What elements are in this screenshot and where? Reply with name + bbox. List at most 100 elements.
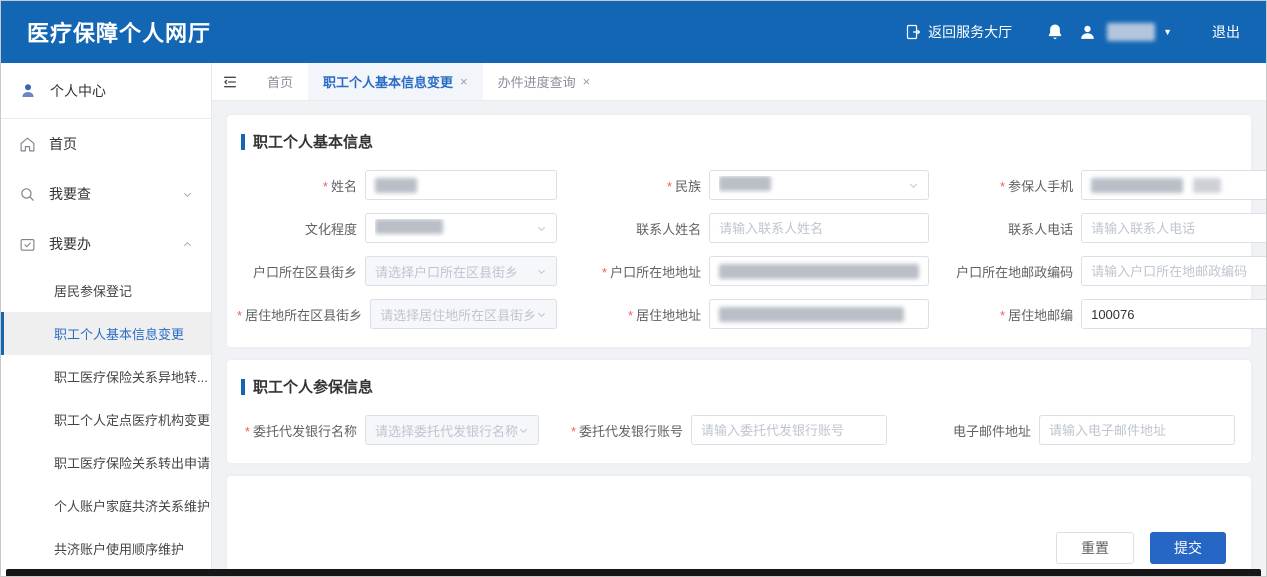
- sidebar: 个人中心 首页 我要查: [1, 63, 212, 577]
- redacted-value: [719, 176, 771, 191]
- field-contact-phone: 联系人电话: [953, 213, 1266, 243]
- redacted-value: [375, 219, 443, 234]
- field-bank-name: 委托代发银行名称 请选择委托代发银行名称: [237, 415, 563, 445]
- sidebar-item-personal-center[interactable]: 个人中心: [1, 63, 211, 118]
- field-bank-account: 委托代发银行账号: [563, 415, 911, 445]
- submit-button[interactable]: 提交: [1150, 532, 1226, 564]
- person-icon: [19, 82, 37, 100]
- sidebar-item-label: 个人中心: [50, 81, 106, 101]
- redacted-value: [719, 307, 904, 322]
- ethnicity-select[interactable]: [709, 170, 929, 200]
- form-actions: 重置 提交: [1056, 532, 1226, 564]
- field-hukou-postcode: 户口所在地邮政编码: [953, 256, 1266, 286]
- redacted-value: [1193, 178, 1221, 193]
- field-residence-address: 居住地地址: [581, 299, 953, 329]
- residence-district-select[interactable]: 请选择居住地所在区县街乡: [370, 299, 557, 329]
- sidebar-item-label: 我要办: [49, 234, 91, 254]
- username-redacted: [1107, 23, 1155, 41]
- sidebar-subitem-family-mutual-aid[interactable]: 个人账户家庭共济关系维护: [1, 484, 211, 527]
- chevron-up-icon: [182, 239, 193, 250]
- insure-info-form: 委托代发银行名称 请选择委托代发银行名称 委托代发银行账号: [237, 415, 1241, 445]
- chevron-down-icon: [536, 223, 547, 234]
- user-avatar-icon[interactable]: [1078, 23, 1097, 42]
- field-education: 文化程度: [237, 213, 581, 243]
- chevron-down-icon: [182, 189, 193, 200]
- field-name: 姓名: [237, 170, 581, 200]
- chevron-down-icon: [536, 266, 547, 277]
- notifications-bell-icon[interactable]: [1046, 23, 1064, 41]
- actions-panel: 重置 提交: [227, 476, 1251, 577]
- redacted-value: [719, 264, 919, 279]
- sidebar-item-home[interactable]: 首页: [1, 119, 211, 169]
- hukou-postcode-input[interactable]: [1081, 256, 1266, 286]
- basic-info-card: 职工个人基本信息 姓名 民族: [227, 115, 1251, 347]
- mobile-input[interactable]: [1081, 170, 1266, 200]
- sidebar-item-label: 首页: [49, 134, 77, 154]
- field-ethnicity: 民族: [581, 170, 953, 200]
- field-residence-district: 居住地所在区县街乡 请选择居住地所在区县街乡: [237, 299, 581, 329]
- app-header: 医疗保障个人网厅 返回服务大厅: [1, 1, 1266, 63]
- sidebar-subitem-resident-registration[interactable]: 居民参保登记: [1, 269, 211, 312]
- logout-button[interactable]: 退出: [1212, 22, 1240, 42]
- redacted-value: [1091, 178, 1183, 193]
- chevron-down-icon: [518, 425, 529, 436]
- bank-account-input[interactable]: [691, 415, 887, 445]
- tab-label: 职工个人基本信息变更: [323, 72, 453, 91]
- name-input[interactable]: [365, 170, 557, 200]
- section-title-bar: [241, 134, 245, 150]
- sidebar-subitem-mutual-account-order[interactable]: 共济账户使用顺序维护: [1, 527, 211, 570]
- tab-close-icon[interactable]: ×: [460, 74, 468, 89]
- field-mobile: 参保人手机: [953, 170, 1266, 200]
- field-hukou-district: 户口所在区县街乡 请选择户口所在区县街乡: [237, 256, 581, 286]
- bank-name-select[interactable]: 请选择委托代发银行名称: [365, 415, 539, 445]
- main-area: 首页 职工个人基本信息变更 × 办件进度查询 × 职工个人基本信息: [212, 63, 1266, 577]
- sidebar-subitem-employee-basic-info-change[interactable]: 职工个人基本信息变更: [1, 312, 211, 355]
- hukou-address-input[interactable]: [709, 256, 929, 286]
- sidebar-subitem-insurance-transfer-in[interactable]: 职工医疗保险关系异地转...: [1, 355, 211, 398]
- email-input[interactable]: [1039, 415, 1235, 445]
- tab-label: 办件进度查询: [498, 72, 576, 91]
- window-bottom-edge: [6, 569, 1261, 576]
- residence-address-input[interactable]: [709, 299, 929, 329]
- tab-bar: 首页 职工个人基本信息变更 × 办件进度查询 ×: [212, 63, 1266, 101]
- contact-name-input[interactable]: [709, 213, 929, 243]
- contact-phone-input[interactable]: [1081, 213, 1266, 243]
- page-content: 职工个人基本信息 姓名 民族: [212, 101, 1266, 577]
- reset-button[interactable]: 重置: [1056, 532, 1134, 564]
- sidebar-subitem-insurance-transfer-out[interactable]: 职工医疗保险关系转出申请: [1, 441, 211, 484]
- redacted-value: [375, 178, 417, 193]
- sidebar-item-label: 我要查: [49, 184, 91, 204]
- field-contact-name: 联系人姓名: [581, 213, 953, 243]
- tab-employee-basic-info-change[interactable]: 职工个人基本信息变更 ×: [308, 63, 483, 100]
- tab-close-icon[interactable]: ×: [583, 74, 591, 89]
- sidebar-subitem-designated-hospital-change[interactable]: 职工个人定点医疗机构变更: [1, 398, 211, 441]
- chevron-down-icon: [536, 309, 547, 320]
- return-hall-link[interactable]: 返回服务大厅: [905, 22, 1012, 42]
- sidebar-item-query[interactable]: 我要查: [1, 169, 211, 219]
- search-icon: [19, 186, 36, 203]
- return-hall-label: 返回服务大厅: [928, 22, 1012, 42]
- section-title-bar: [241, 379, 245, 395]
- exit-to-hall-icon: [905, 24, 921, 40]
- field-residence-postcode: 居住地邮编: [953, 299, 1266, 329]
- section-title: 职工个人基本信息: [241, 131, 1241, 152]
- chevron-down-icon: [908, 180, 919, 191]
- section-title: 职工个人参保信息: [241, 376, 1241, 397]
- tab-progress-query[interactable]: 办件进度查询 ×: [483, 63, 606, 100]
- header-actions: 返回服务大厅 ▼ 退出: [905, 22, 1240, 42]
- tab-label: 首页: [267, 72, 293, 91]
- app-title: 医疗保障个人网厅: [27, 16, 211, 48]
- app-window: 医疗保障个人网厅 返回服务大厅: [0, 0, 1267, 577]
- education-select[interactable]: [365, 213, 557, 243]
- tab-home[interactable]: 首页: [252, 63, 308, 100]
- basic-info-form: 姓名 民族: [237, 170, 1241, 329]
- field-hukou-address: 户口所在地地址: [581, 256, 953, 286]
- folder-check-icon: [19, 236, 36, 253]
- residence-postcode-input[interactable]: [1081, 299, 1266, 329]
- hukou-district-select[interactable]: 请选择户口所在区县街乡: [365, 256, 557, 286]
- home-icon: [19, 136, 36, 153]
- field-email: 电子邮件地址: [911, 415, 1259, 445]
- menu-fold-icon[interactable]: [222, 74, 238, 90]
- user-menu-caret-icon[interactable]: ▼: [1163, 27, 1172, 37]
- sidebar-item-handle[interactable]: 我要办: [1, 219, 211, 269]
